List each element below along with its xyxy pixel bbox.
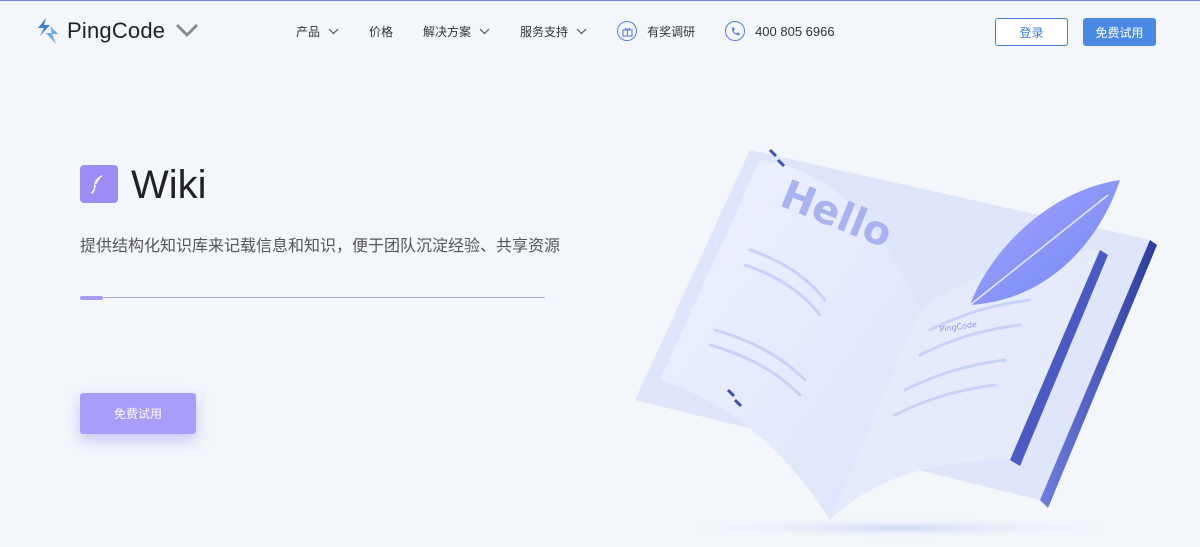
nav-item-phone[interactable]: 400 805 6966 [725,21,835,41]
hero-free-trial-button[interactable]: 免费试用 [80,393,196,434]
chevron-down-icon[interactable] [175,17,199,45]
hero-description: 提供结构化知识库来记载信息和知识，便于团队沉淀经验、共享资源 [80,238,561,255]
nav-item-survey[interactable]: 有奖调研 [617,21,695,41]
phone-icon [725,21,746,41]
nav-label: 解决方案 [423,24,472,39]
site-header: PingCode 产品 价格 解决方案 服务支持 有奖调研 400 805 69… [0,1,1200,61]
chevron-down-icon [576,28,587,35]
nav-item-pricing[interactable]: 价格 [369,23,393,40]
main-nav: 产品 价格 解决方案 服务支持 有奖调研 400 805 6966 [296,1,865,61]
gift-icon [617,21,638,41]
page-title: Wiki [131,163,207,207]
login-button[interactable]: 登录 [995,18,1068,46]
nav-label: 服务支持 [520,24,569,39]
chevron-down-icon [479,28,490,35]
open-book-illustration: Hello PingCode [635,148,1157,538]
nav-label: 产品 [296,24,321,39]
pingcode-logo-icon [38,18,58,44]
brand-name: PingCode [67,18,166,43]
free-trial-button[interactable]: 免费试用 [1083,18,1156,46]
progress-fill [80,296,104,300]
nav-label: 价格 [369,24,394,39]
nav-item-products[interactable]: 产品 [296,23,339,40]
chevron-down-icon [328,28,339,35]
nav-item-support[interactable]: 服务支持 [520,23,587,40]
progress-track [80,297,545,298]
wiki-feather-icon [80,165,118,203]
brand-logo[interactable]: PingCode [36,15,199,47]
nav-item-solutions[interactable]: 解决方案 [423,23,490,40]
survey-label: 有奖调研 [647,24,696,39]
book-shadow [670,518,1130,538]
phone-number: 400 805 6966 [755,23,835,39]
carousel-progress [80,296,545,300]
